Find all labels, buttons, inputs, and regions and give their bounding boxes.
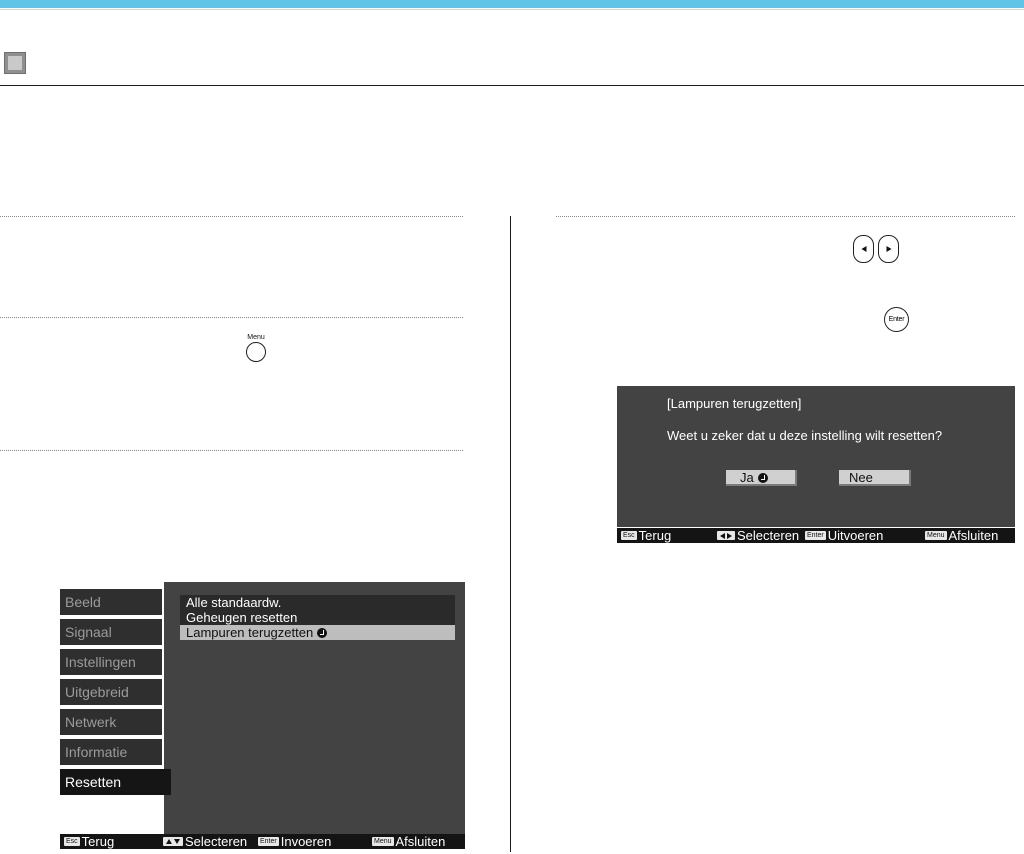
- footer-exit-label: Afsluiten: [395, 834, 446, 849]
- enter-arrow-icon: [317, 628, 328, 638]
- yes-button-label: Ja: [740, 470, 754, 485]
- enter-arrow-icon: [757, 473, 768, 483]
- no-button[interactable]: Nee: [839, 470, 911, 486]
- footer-back-label: Terug: [81, 834, 115, 849]
- footer-exit-label: Afsluiten: [948, 528, 999, 543]
- dialog-title: [Lampuren terugzetten]: [667, 396, 802, 411]
- osd-item-alle-standaardw[interactable]: Alle standaardw.: [180, 595, 455, 610]
- step-separator: [0, 216, 463, 217]
- osd-tab-instellingen[interactable]: Instellingen: [60, 649, 162, 675]
- footer-select-label: Selecteren: [185, 834, 248, 849]
- dialog-footer: Esc Terug Selecteren Enter Uitvoeren Menu A…: [617, 528, 1015, 543]
- footer-execute-label: Uitvoeren: [827, 528, 884, 543]
- osd-reset-menu: Beeld Signaal Instellingen Uitgebreid Ne…: [60, 582, 465, 836]
- header-accent-rule: [0, 9, 1024, 10]
- section-marker-icon: [4, 52, 26, 74]
- menu-key-icon: [246, 342, 266, 362]
- osd-item-geheugen-resetten[interactable]: Geheugen resetten: [180, 610, 455, 625]
- osd-item-lampuren-terugzetten[interactable]: Lampuren terugzetten: [180, 625, 455, 640]
- footer-back-label: Terug: [638, 528, 672, 543]
- step-separator: [556, 216, 1015, 217]
- menu-key-icon: Menu: [925, 531, 947, 540]
- osd-menu-footer: Esc Terug Selecteren Enter Invoeren Menu Af…: [60, 834, 465, 849]
- enter-key-icon: Enter: [884, 307, 909, 332]
- left-arrow-key-icon: [853, 235, 874, 263]
- menu-key-icon: Menu: [372, 837, 394, 846]
- step-separator: [0, 450, 463, 451]
- step-separator: [0, 317, 463, 318]
- osd-tab-informatie[interactable]: Informatie: [60, 739, 162, 765]
- osd-tab-resetten[interactable]: Resetten: [60, 769, 172, 795]
- esc-key-icon: Esc: [64, 837, 80, 846]
- header-accent-bar: [0, 0, 1024, 8]
- osd-tab-beeld[interactable]: Beeld: [60, 589, 162, 615]
- osd-item-label: Lampuren terugzetten: [186, 625, 314, 640]
- up-down-arrows-icon: [163, 837, 183, 846]
- dialog-question: Weet u zeker dat u deze instelling wilt …: [667, 428, 943, 443]
- right-arrow-key-icon: [878, 235, 899, 263]
- esc-key-icon: Esc: [621, 531, 637, 540]
- confirm-reset-dialog: [Lampuren terugzetten] Weet u zeker dat …: [617, 386, 1015, 527]
- yes-button[interactable]: Ja: [726, 470, 797, 486]
- menu-key-label: Menu: [247, 334, 265, 341]
- footer-enter-label: Invoeren: [280, 834, 332, 849]
- enter-key-icon: Enter: [258, 837, 279, 846]
- osd-tab-signaal[interactable]: Signaal: [60, 619, 162, 645]
- column-divider: [510, 216, 511, 852]
- section-rule: [0, 85, 1024, 86]
- left-right-arrows-icon: [717, 531, 735, 540]
- enter-key-icon: Enter: [805, 531, 826, 540]
- osd-tab-uitgebreid[interactable]: Uitgebreid: [60, 679, 162, 705]
- osd-tab-netwerk[interactable]: Netwerk: [60, 709, 162, 735]
- footer-select-label: Selecteren: [737, 528, 800, 543]
